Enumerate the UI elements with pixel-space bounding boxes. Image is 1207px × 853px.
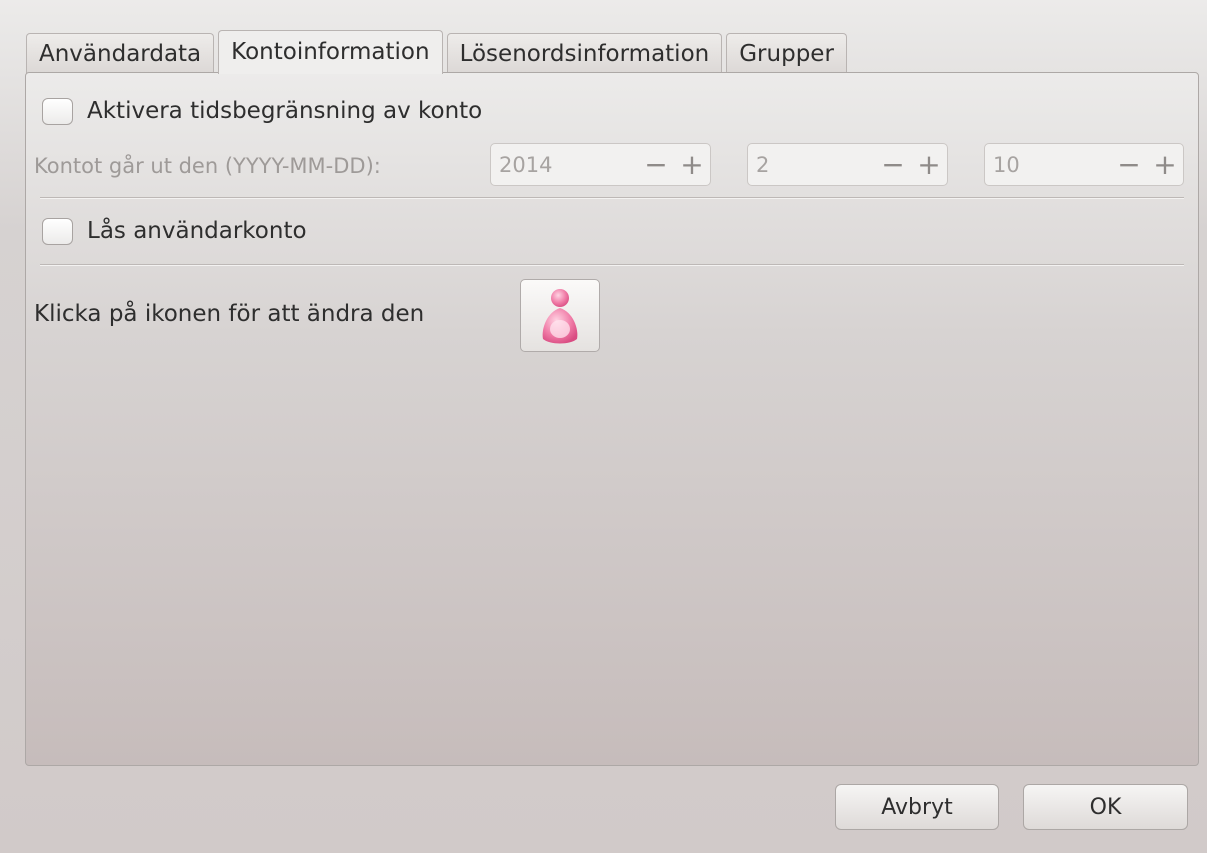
divider (40, 197, 1184, 199)
month-value[interactable]: 2 (748, 153, 875, 177)
lock-checkbox-label[interactable]: Lås användarkonto (87, 218, 307, 244)
day-value[interactable]: 10 (985, 153, 1111, 177)
user-avatar-icon (542, 288, 578, 343)
day-minus-icon[interactable]: − (1111, 150, 1147, 179)
cancel-button[interactable]: Avbryt (835, 784, 999, 830)
tab-bar: Användardata Kontoinformation Lösenordsi… (26, 29, 847, 74)
tab-user-data[interactable]: Användardata (26, 33, 215, 73)
year-value[interactable]: 2014 (491, 153, 638, 177)
account-info-panel: Aktivera tidsbegränsning av konto Kontot… (25, 72, 1199, 766)
year-spinbox[interactable]: 2014 − + (490, 143, 711, 186)
user-account-dialog: Användardata Kontoinformation Lösenordsi… (0, 0, 1207, 853)
tab-account-info[interactable]: Kontoinformation (218, 30, 443, 74)
year-minus-icon[interactable]: − (638, 150, 674, 179)
day-plus-icon[interactable]: + (1147, 150, 1183, 179)
expire-checkbox-label[interactable]: Aktivera tidsbegränsning av konto (87, 98, 482, 124)
tab-groups[interactable]: Grupper (726, 33, 847, 73)
divider (40, 264, 1184, 266)
lock-row: Lås användarkonto (42, 214, 307, 248)
day-spinbox[interactable]: 10 − + (984, 143, 1184, 186)
year-plus-icon[interactable]: + (674, 150, 710, 179)
lock-checkbox[interactable] (42, 217, 73, 245)
icon-label: Klicka på ikonen för att ändra den (34, 301, 425, 327)
month-plus-icon[interactable]: + (911, 150, 947, 179)
user-icon-button[interactable] (520, 279, 600, 352)
expire-row: Aktivera tidsbegränsning av konto (42, 94, 482, 128)
expire-checkbox[interactable] (42, 97, 73, 125)
expire-date-row: Kontot går ut den (YYYY-MM-DD): (34, 143, 489, 189)
month-minus-icon[interactable]: − (875, 150, 911, 179)
month-spinbox[interactable]: 2 − + (747, 143, 948, 186)
expire-date-label: Kontot går ut den (YYYY-MM-DD): (34, 154, 381, 178)
ok-button[interactable]: OK (1023, 784, 1188, 830)
tab-password-info[interactable]: Lösenordsinformation (446, 33, 723, 73)
